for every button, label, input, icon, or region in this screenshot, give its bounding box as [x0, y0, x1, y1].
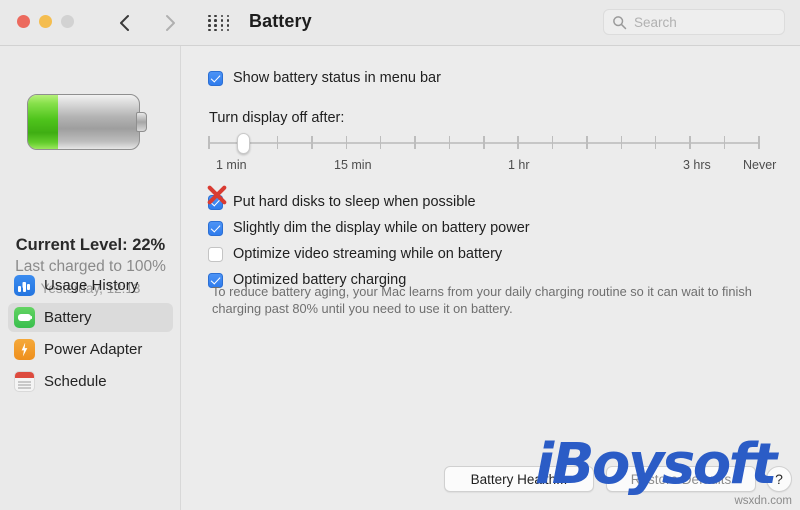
iboysoft-watermark: iBoysoft: [535, 432, 777, 497]
checkbox-optimize-video-streaming[interactable]: [208, 247, 223, 262]
checkbox-row-slightly-dim-display[interactable]: Slightly dim the display while on batter…: [208, 220, 530, 236]
slider-tick: [551, 136, 554, 149]
site-watermark: wsxdn.com: [734, 495, 792, 507]
checkbox-slightly-dim-display[interactable]: [208, 221, 223, 236]
checkbox-hard-disks-sleep[interactable]: [208, 195, 223, 210]
slider-tick-label: 1 min: [216, 158, 247, 172]
battery-large-icon: [27, 94, 147, 150]
slider-tick-label: 1 hr: [508, 158, 530, 172]
battery-fill-level: [28, 95, 58, 149]
checkbox-show-battery-status[interactable]: [208, 71, 223, 86]
search-icon: [613, 16, 627, 30]
slider-tick: [414, 136, 416, 149]
bolt-glyph: [21, 342, 28, 357]
back-button[interactable]: [112, 10, 138, 36]
checkbox-label: Show battery status in menu bar: [233, 70, 441, 86]
battery-icon: [14, 307, 35, 328]
slider-tick-label: 15 min: [334, 158, 372, 172]
sidebar: Current Level: 22% Last charged to 100% …: [0, 46, 181, 510]
slider-tick: [208, 136, 210, 149]
sidebar-item-usage-history[interactable]: Usage History: [8, 271, 173, 300]
sidebar-item-label: Power Adapter: [44, 341, 143, 358]
zoom-window-button[interactable]: [61, 15, 74, 28]
slider-tick: [448, 136, 451, 149]
chevron-right-icon: [166, 15, 175, 31]
bar-chart-icon: [14, 275, 35, 296]
slider-tick: [586, 136, 588, 149]
slider-tick-label: 3 hrs: [683, 158, 711, 172]
battery-preferences-window: Battery Current Level: 22% Last charged …: [0, 0, 800, 510]
sidebar-item-power-adapter[interactable]: Power Adapter: [8, 335, 173, 364]
display-off-slider[interactable]: [208, 133, 760, 156]
battery-cap: [136, 112, 147, 132]
lightning-bolt-icon: [14, 339, 35, 360]
sidebar-item-label: Schedule: [44, 373, 107, 390]
calendar-icon: [14, 371, 35, 392]
current-level-text: Current Level: 22%: [15, 236, 166, 254]
checkbox-row-hard-disks-sleep[interactable]: Put hard disks to sleep when possible: [208, 194, 476, 210]
chevron-left-icon: [120, 15, 129, 31]
slider-tick: [276, 136, 279, 149]
sidebar-item-label: Battery: [44, 309, 92, 326]
checkbox-row-show-battery-status[interactable]: Show battery status in menu bar: [208, 70, 441, 86]
slider-tick: [379, 136, 382, 149]
checkbox-label: Optimize video streaming while on batter…: [233, 246, 503, 262]
slider-tick: [517, 136, 519, 149]
sidebar-item-battery[interactable]: Battery: [8, 303, 173, 332]
checkbox-label: Slightly dim the display while on batter…: [233, 220, 530, 236]
minimize-window-button[interactable]: [39, 15, 52, 28]
search-input[interactable]: [634, 10, 778, 34]
page-title: Battery: [249, 11, 312, 31]
slider-tick: [311, 136, 313, 149]
battery-body: [27, 94, 140, 150]
sidebar-item-schedule[interactable]: Schedule: [8, 367, 173, 396]
forward-button[interactable]: [157, 10, 183, 36]
grid-apps-icon[interactable]: [208, 14, 232, 32]
window-toolbar: Battery: [0, 0, 800, 46]
slider-tick-label: Never: [743, 158, 777, 172]
slider-knob[interactable]: [237, 133, 251, 154]
close-window-button[interactable]: [17, 15, 30, 28]
optimized-charging-description: To reduce battery aging, your Mac learns…: [212, 284, 752, 316]
slider-tick: [654, 136, 657, 149]
slider-tick: [620, 136, 622, 149]
slider-tick: [758, 136, 760, 149]
sidebar-item-label: Usage History: [44, 277, 139, 294]
slider-tick: [689, 136, 691, 149]
search-field[interactable]: [603, 9, 785, 35]
slider-tick: [723, 136, 726, 149]
slider-tick: [483, 136, 485, 149]
checkbox-label: Put hard disks to sleep when possible: [233, 194, 476, 210]
checkbox-row-optimize-video-streaming[interactable]: Optimize video streaming while on batter…: [208, 246, 502, 262]
slider-tick: [345, 136, 347, 149]
turn-display-off-label: Turn display off after:: [209, 110, 345, 126]
